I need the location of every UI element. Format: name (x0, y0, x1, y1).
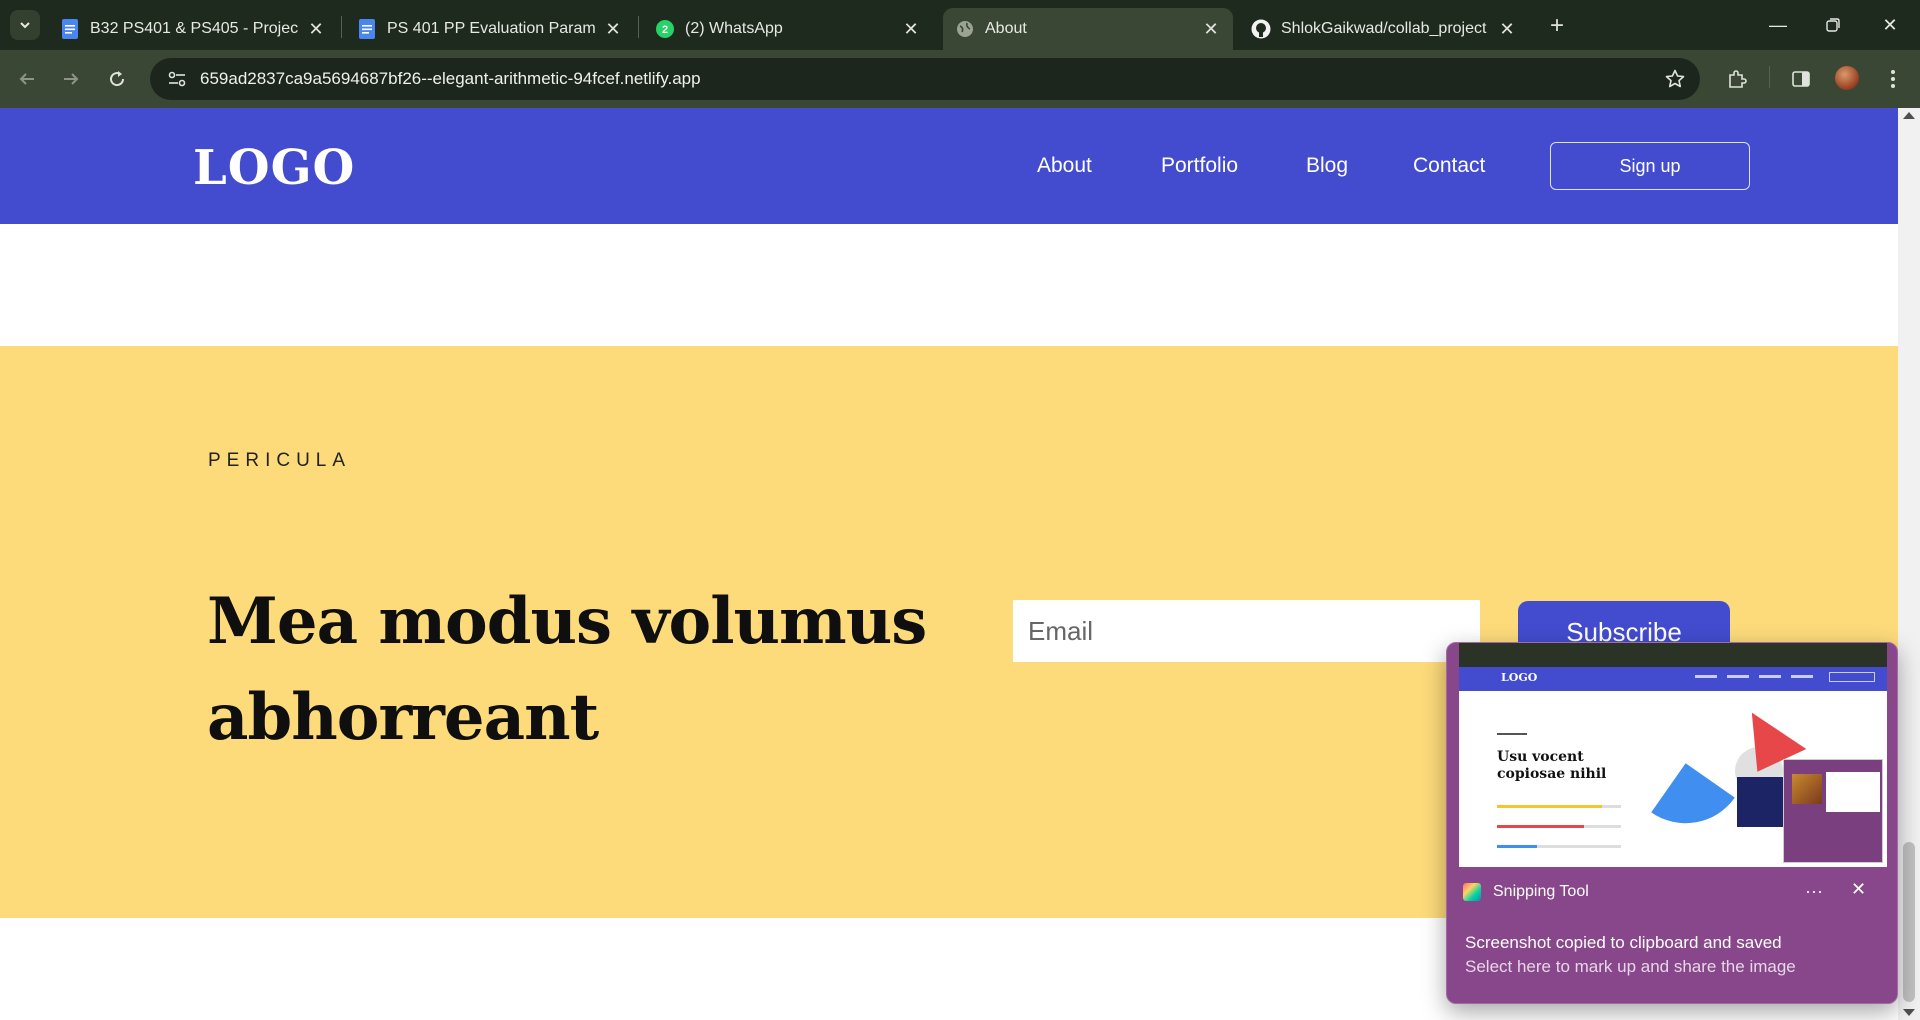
close-tab-icon[interactable]: ✕ (1497, 19, 1517, 39)
tab-title: ShlokGaikwad/collab_project (1281, 20, 1487, 37)
preview-nested-image (1792, 774, 1822, 804)
side-panel-icon[interactable] (1788, 66, 1814, 92)
preview-nested-panel (1826, 772, 1880, 812)
preview-square-shape (1737, 777, 1787, 827)
google-docs-icon (60, 19, 80, 39)
bookmark-star-icon[interactable] (1664, 68, 1686, 90)
toolbar-separator (1769, 66, 1770, 88)
preview-nav-item (1759, 675, 1781, 678)
screenshot-preview[interactable]: LOGO Usu vocent copiosae nihil (1459, 643, 1887, 867)
page-scrollbar[interactable] (1898, 108, 1920, 1020)
tab-title: About (985, 20, 1027, 37)
browser-tab-strip: B32 PS401 & PS405 - Project Pr ✕ PS 401 … (0, 0, 1920, 50)
kebab-menu-icon[interactable] (1880, 66, 1906, 92)
snipping-tool-icon (1463, 883, 1481, 901)
site-info-icon[interactable] (166, 68, 188, 90)
back-arrow-icon[interactable] (12, 64, 42, 94)
tab-about[interactable]: About ✕ (943, 8, 1233, 50)
google-docs-icon (357, 19, 377, 39)
scrollbar-thumb[interactable] (1903, 842, 1915, 1002)
close-window-icon[interactable]: ✕ (1875, 12, 1905, 38)
minimize-icon[interactable]: — (1763, 12, 1793, 38)
site-logo[interactable]: LOGO (193, 140, 355, 196)
more-options-icon[interactable]: ··· (1805, 881, 1823, 902)
close-tab-icon[interactable]: ✕ (1201, 19, 1221, 39)
preview-nested-screenshot (1783, 759, 1883, 863)
section-eyebrow: PERICULA (208, 450, 352, 471)
tab-evaluation-doc[interactable]: PS 401 PP Evaluation Parameter ✕ (345, 8, 635, 50)
tab-search-button[interactable] (10, 10, 40, 40)
preview-logo: LOGO (1501, 671, 1538, 684)
nav-about[interactable]: About (1037, 154, 1092, 178)
toast-app-name: Snipping Tool (1493, 883, 1589, 900)
reload-icon[interactable] (102, 64, 132, 94)
tab-whatsapp[interactable]: 2 (2) WhatsApp ✕ (643, 8, 933, 50)
scroll-down-arrow-icon[interactable] (1903, 1009, 1915, 1016)
tab-title: (2) WhatsApp (685, 20, 783, 37)
toast-title: Screenshot copied to clipboard and saved (1465, 933, 1782, 952)
close-tab-icon[interactable]: ✕ (603, 19, 623, 39)
preview-progress-bar (1497, 845, 1621, 848)
chevron-down-icon (20, 22, 30, 29)
extensions-puzzle-icon[interactable] (1724, 66, 1750, 92)
tab-title: B32 PS401 & PS405 - Project Pr (90, 20, 298, 37)
restore-icon[interactable] (1818, 12, 1848, 38)
preview-signup (1829, 672, 1875, 682)
close-tab-icon[interactable]: ✕ (901, 19, 921, 39)
toast-app-header: Snipping Tool (1463, 883, 1589, 901)
site-header: LOGO About Portfolio Blog Contact Sign u… (0, 108, 1898, 224)
tab-github[interactable]: ShlokGaikwad/collab_project ✕ (1239, 8, 1529, 50)
signup-button[interactable]: Sign up (1550, 142, 1750, 190)
toast-subtitle: Select here to mark up and share the ima… (1465, 957, 1796, 976)
scroll-up-arrow-icon[interactable] (1903, 112, 1915, 119)
preview-quarter-circle-shape (1651, 763, 1735, 847)
tab-separator (638, 16, 639, 38)
new-tab-button[interactable]: + (1544, 12, 1570, 39)
preview-eyebrow (1497, 733, 1527, 735)
whatsapp-icon: 2 (655, 19, 675, 39)
snipping-tool-notification[interactable]: LOGO Usu vocent copiosae nihil Snipping … (1446, 642, 1898, 1004)
globe-icon (955, 19, 975, 39)
tab-separator (341, 16, 342, 38)
profile-avatar[interactable] (1835, 66, 1859, 90)
preview-nav-item (1791, 675, 1813, 678)
address-url: 659ad2837ca9a5694687bf26--elegant-arithm… (200, 69, 701, 88)
preview-progress-bar (1497, 825, 1621, 828)
nav-blog[interactable]: Blog (1306, 154, 1348, 178)
preview-title: Usu vocent copiosae nihil (1497, 749, 1607, 782)
email-input[interactable] (1013, 600, 1480, 662)
tab-title: PS 401 PP Evaluation Parameter (387, 20, 595, 37)
browser-toolbar: 659ad2837ca9a5694687bf26--elegant-arithm… (0, 50, 1920, 108)
preview-progress-bar (1497, 805, 1621, 808)
nav-portfolio[interactable]: Portfolio (1161, 154, 1238, 178)
preview-nav-item (1695, 675, 1717, 678)
whatsapp-badge: 2 (662, 24, 668, 36)
github-icon (1251, 19, 1271, 39)
nav-contact[interactable]: Contact (1413, 154, 1485, 178)
close-notification-icon[interactable]: ✕ (1851, 879, 1866, 900)
address-bar[interactable]: 659ad2837ca9a5694687bf26--elegant-arithm… (150, 58, 1700, 100)
preview-nav-item (1727, 675, 1749, 678)
preview-browser-chrome (1459, 643, 1887, 667)
section-headline: Mea modus volumus abhorreant (207, 584, 927, 755)
tab-project-doc[interactable]: B32 PS401 & PS405 - Project Pr ✕ (48, 8, 338, 50)
close-tab-icon[interactable]: ✕ (306, 19, 326, 39)
forward-arrow-icon[interactable] (56, 64, 86, 94)
